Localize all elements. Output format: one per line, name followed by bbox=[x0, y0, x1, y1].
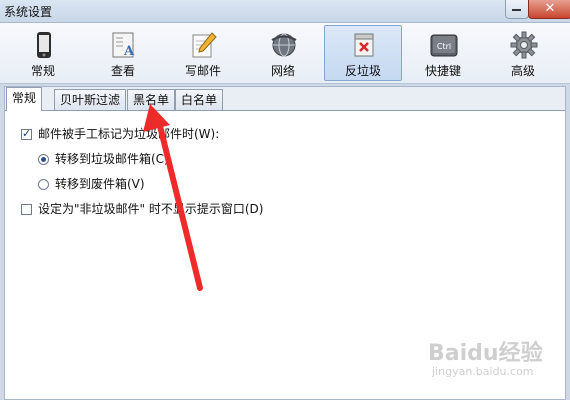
settings-toolbar: 常规 A 查看 写邮件 网络 反垃圾 Ctrl 快捷键 高级 bbox=[0, 23, 570, 84]
title-bar: 系统设置 ✕ bbox=[0, 0, 570, 23]
tab-general[interactable]: 常规 bbox=[6, 87, 43, 111]
view-doc-icon: A bbox=[112, 32, 135, 59]
close-button[interactable]: ✕ bbox=[528, 0, 570, 19]
antispam-icon bbox=[354, 33, 374, 57]
toolbar-general-label: 常规 bbox=[30, 64, 55, 78]
move-to-junk-label: 转移到垃圾邮件箱(C) bbox=[55, 152, 169, 166]
close-icon: ✕ bbox=[544, 1, 556, 16]
no-prompt-checkbox[interactable] bbox=[21, 204, 32, 215]
minimize-icon bbox=[512, 9, 521, 11]
ctrl-key-text: Ctrl bbox=[437, 42, 451, 51]
toolbar-general-button[interactable]: 常规 bbox=[4, 25, 82, 81]
watermark-url: jingyan.baidu.com bbox=[432, 365, 534, 378]
window-title: 系统设置 bbox=[4, 5, 53, 19]
move-to-trash-radio[interactable] bbox=[38, 179, 49, 190]
compose-pencil-icon bbox=[192, 32, 217, 58]
tab-bayesian-filter[interactable]: 贝叶斯过滤 bbox=[54, 89, 127, 110]
no-prompt-label: 设定为"非垃圾邮件" 时不显示提示窗口(D) bbox=[38, 202, 264, 216]
toolbar-view-label: 查看 bbox=[110, 64, 135, 78]
toolbar-shortcuts-label: 快捷键 bbox=[424, 64, 461, 78]
toolbar-compose-button[interactable]: 写邮件 bbox=[164, 25, 242, 81]
toolbar-shortcuts-button[interactable]: Ctrl 快捷键 bbox=[404, 25, 482, 81]
ctrl-key-icon: Ctrl bbox=[430, 34, 458, 57]
manual-mark-label: 邮件被手工标记为垃圾邮件时(W): bbox=[38, 127, 220, 141]
toolbar-antispam-label: 反垃圾 bbox=[344, 64, 381, 78]
tab-whitelist[interactable]: 白名单 bbox=[175, 89, 224, 110]
toolbar-network-label: 网络 bbox=[270, 64, 295, 78]
toolbar-antispam-button[interactable]: 反垃圾 bbox=[324, 25, 402, 81]
toolbar-network-button[interactable]: 网络 bbox=[244, 25, 322, 81]
manual-mark-checkbox[interactable] bbox=[21, 127, 32, 140]
watermark-brand: Baidu经验 bbox=[428, 341, 543, 366]
phone-icon bbox=[37, 32, 51, 58]
move-to-junk-radio[interactable] bbox=[38, 154, 49, 165]
toolbar-view-button[interactable]: A 查看 bbox=[84, 25, 162, 81]
tab-blacklist[interactable]: 黑名单 bbox=[127, 89, 176, 110]
baidu-watermark: Baidu经验 jingyan.baidu.com bbox=[428, 333, 568, 393]
move-to-trash-label: 转移到废件箱(V) bbox=[55, 177, 145, 191]
toolbar-compose-label: 写邮件 bbox=[184, 64, 221, 78]
toolbar-advanced-button[interactable]: 高级 bbox=[484, 25, 562, 81]
tab-strip: 常规 贝叶斯过滤 黑名单 白名单 bbox=[5, 87, 565, 111]
svg-text:A: A bbox=[123, 44, 135, 59]
toolbar-advanced-label: 高级 bbox=[510, 64, 535, 78]
gear-icon bbox=[510, 31, 538, 59]
minimize-button[interactable] bbox=[505, 0, 529, 19]
globe-icon bbox=[271, 33, 297, 57]
